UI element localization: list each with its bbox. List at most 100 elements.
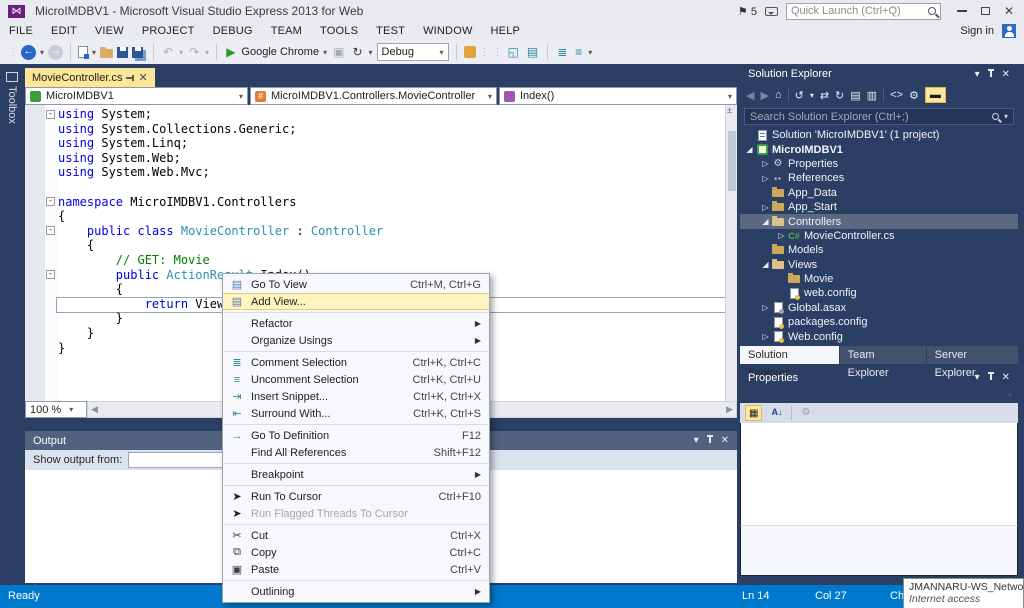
- close-icon[interactable]: ✕: [138, 73, 147, 83]
- browse-with-dropdown[interactable]: ▾: [323, 48, 327, 57]
- fold-collapse-icon[interactable]: -: [46, 110, 55, 119]
- restore-button[interactable]: [981, 7, 990, 15]
- close-icon[interactable]: ✕: [721, 435, 729, 446]
- context-menu-item-uncomment-selection[interactable]: ≡Uncomment SelectionCtrl+K, Ctrl+U: [223, 371, 489, 388]
- swap-views-icon[interactable]: ⇄: [820, 89, 829, 102]
- minimize-button[interactable]: [957, 10, 967, 12]
- categorized-button[interactable]: ▦: [745, 405, 762, 421]
- tree-item-controllers[interactable]: ◢Controllers: [740, 214, 1018, 228]
- view-code-icon[interactable]: <>: [890, 89, 903, 101]
- preview-selected-items-button[interactable]: ▬: [925, 87, 946, 103]
- tree-item-app-start[interactable]: ▷App_Start: [740, 200, 1018, 214]
- start-debugging-icon[interactable]: ▶: [224, 44, 237, 60]
- uncomment-lines-icon[interactable]: ≡: [573, 44, 584, 60]
- navigate-forward-button[interactable]: →: [48, 45, 63, 60]
- new-file-icon[interactable]: [78, 46, 88, 58]
- fold-collapse-icon[interactable]: -: [46, 270, 55, 279]
- code-line[interactable]: using System.Web;: [25, 151, 725, 166]
- code-line[interactable]: using System.Linq;: [25, 136, 725, 151]
- tree-item-models[interactable]: Models: [740, 243, 1018, 257]
- tree-item-movie[interactable]: Movie: [740, 272, 1018, 286]
- tree-item-microimdbv1[interactable]: ◢MicroIMDBV1: [740, 142, 1018, 156]
- tab-server-explorer[interactable]: Server Explorer: [927, 346, 1018, 364]
- property-pages-icon[interactable]: ⚙: [798, 405, 813, 421]
- toolbar-grip-2[interactable]: ⋮: [493, 47, 502, 58]
- tree-item-web-config[interactable]: ▷Web.config: [740, 329, 1018, 343]
- home-icon[interactable]: ⌂: [775, 89, 782, 101]
- toolbar-grip[interactable]: ⋮: [8, 47, 17, 58]
- splitter-handle-icon[interactable]: ±: [727, 106, 736, 115]
- tree-item-properties[interactable]: ▷⚙Properties: [740, 157, 1018, 171]
- tree-item-global-asax[interactable]: ▷Global.asax: [740, 301, 1018, 315]
- collapse-all-icon[interactable]: ▤: [850, 89, 860, 102]
- refresh-icon[interactable]: ↻: [835, 89, 844, 102]
- context-menu-item-add-view[interactable]: ▤Add View...: [223, 293, 489, 310]
- collapsed-arrow-icon[interactable]: ▷: [760, 174, 771, 183]
- chevron-down-icon[interactable]: ▾: [810, 91, 814, 100]
- code-line[interactable]: // GET: Movie: [25, 253, 725, 268]
- collapsed-arrow-icon[interactable]: ▷: [760, 159, 771, 168]
- type-dropdown[interactable]: # MicroIMDBV1.Controllers.MovieControlle…: [250, 87, 497, 105]
- scroll-left-arrow[interactable]: ◀: [91, 404, 98, 415]
- pin-icon[interactable]: [990, 372, 992, 380]
- context-menu-item-organize-usings[interactable]: Organize Usings▶: [223, 332, 489, 349]
- user-avatar-icon[interactable]: [1002, 24, 1016, 38]
- context-menu-item-copy[interactable]: ⧉CopyCtrl+C: [223, 544, 489, 561]
- quick-launch-input[interactable]: Quick Launch (Ctrl+Q): [786, 3, 941, 20]
- editor-zoom-combo[interactable]: 100 % ▾: [25, 401, 87, 418]
- sign-in-link[interactable]: Sign in: [960, 25, 994, 37]
- navigate-backward-button[interactable]: ←: [21, 45, 36, 60]
- menu-item-view[interactable]: VIEW: [86, 25, 133, 37]
- undo-dropdown[interactable]: ▾: [179, 48, 183, 57]
- browse-with-label[interactable]: Google Chrome: [241, 46, 319, 58]
- code-line[interactable]: [25, 180, 725, 195]
- window-position-dropdown-icon[interactable]: ▾: [975, 69, 980, 80]
- find-in-files-icon[interactable]: [464, 46, 476, 58]
- tree-item-solution-microimdbv1-1-project[interactable]: Solution 'MicroIMDBV1' (1 project): [740, 128, 1018, 142]
- context-menu-item-insert-snippet[interactable]: ⇥Insert Snippet...Ctrl+K, Ctrl+X: [223, 388, 489, 405]
- context-menu-item-comment-selection[interactable]: ≣Comment SelectionCtrl+K, Ctrl+C: [223, 354, 489, 371]
- forward-icon[interactable]: ▶: [760, 89, 768, 102]
- tab-team-explorer[interactable]: Team Explorer: [840, 346, 926, 364]
- tree-item-references[interactable]: ▷▪▪References: [740, 171, 1018, 185]
- menu-item-project[interactable]: PROJECT: [133, 25, 204, 37]
- context-menu-item-cut[interactable]: ✂CutCtrl+X: [223, 527, 489, 544]
- close-button[interactable]: ✕: [1004, 6, 1014, 16]
- collapsed-arrow-icon[interactable]: ▷: [760, 303, 771, 312]
- menu-item-file[interactable]: FILE: [0, 25, 42, 37]
- context-menu-item-find-all-references[interactable]: Find All ReferencesShift+F12: [223, 444, 489, 461]
- close-icon[interactable]: ✕: [1002, 69, 1010, 80]
- code-line[interactable]: using System.Web.Mvc;: [25, 165, 725, 180]
- context-menu-item-surround-with[interactable]: ⇤Surround With...Ctrl+K, Ctrl+S: [223, 405, 489, 422]
- save-icon[interactable]: [117, 47, 128, 58]
- sync-with-active-document-icon[interactable]: ↺: [795, 89, 804, 102]
- expanded-arrow-icon[interactable]: ◢: [744, 145, 755, 154]
- code-line[interactable]: {: [25, 238, 725, 253]
- menu-item-tools[interactable]: TOOLS: [311, 25, 367, 37]
- tab-solution-explorer[interactable]: Solution Explorer: [740, 346, 839, 364]
- refresh-icon[interactable]: ↻: [350, 44, 364, 60]
- expanded-arrow-icon[interactable]: ◢: [760, 260, 771, 269]
- code-line[interactable]: -using System;: [25, 107, 725, 122]
- properties-window-icon[interactable]: ▤: [525, 44, 540, 60]
- pin-icon[interactable]: [126, 77, 134, 79]
- menu-item-team[interactable]: TEAM: [262, 25, 311, 37]
- pin-icon[interactable]: [990, 69, 992, 77]
- properties-icon[interactable]: ⚙: [909, 89, 919, 102]
- show-all-files-icon[interactable]: ▥: [867, 89, 877, 102]
- menu-item-help[interactable]: HELP: [482, 25, 530, 37]
- refresh-dropdown[interactable]: ▾: [369, 48, 373, 57]
- context-menu-item-outlining[interactable]: Outlining▶: [223, 583, 489, 600]
- scrollbar-thumb[interactable]: [728, 131, 736, 191]
- menu-item-edit[interactable]: EDIT: [42, 25, 86, 37]
- code-line[interactable]: using System.Collections.Generic;: [25, 122, 725, 137]
- tree-item-web-config[interactable]: web.config: [740, 286, 1018, 300]
- context-menu-item-run-to-cursor[interactable]: ➤Run To CursorCtrl+F10: [223, 488, 489, 505]
- code-line[interactable]: {: [25, 209, 725, 224]
- new-folder-icon[interactable]: ◱: [506, 44, 521, 60]
- redo-dropdown[interactable]: ▾: [205, 48, 209, 57]
- window-position-dropdown-icon[interactable]: ▾: [975, 372, 980, 383]
- save-all-icon[interactable]: [132, 47, 143, 58]
- solution-configuration-combo[interactable]: Debug ▾: [377, 43, 449, 61]
- navigate-backward-dropdown[interactable]: ▾: [40, 48, 44, 57]
